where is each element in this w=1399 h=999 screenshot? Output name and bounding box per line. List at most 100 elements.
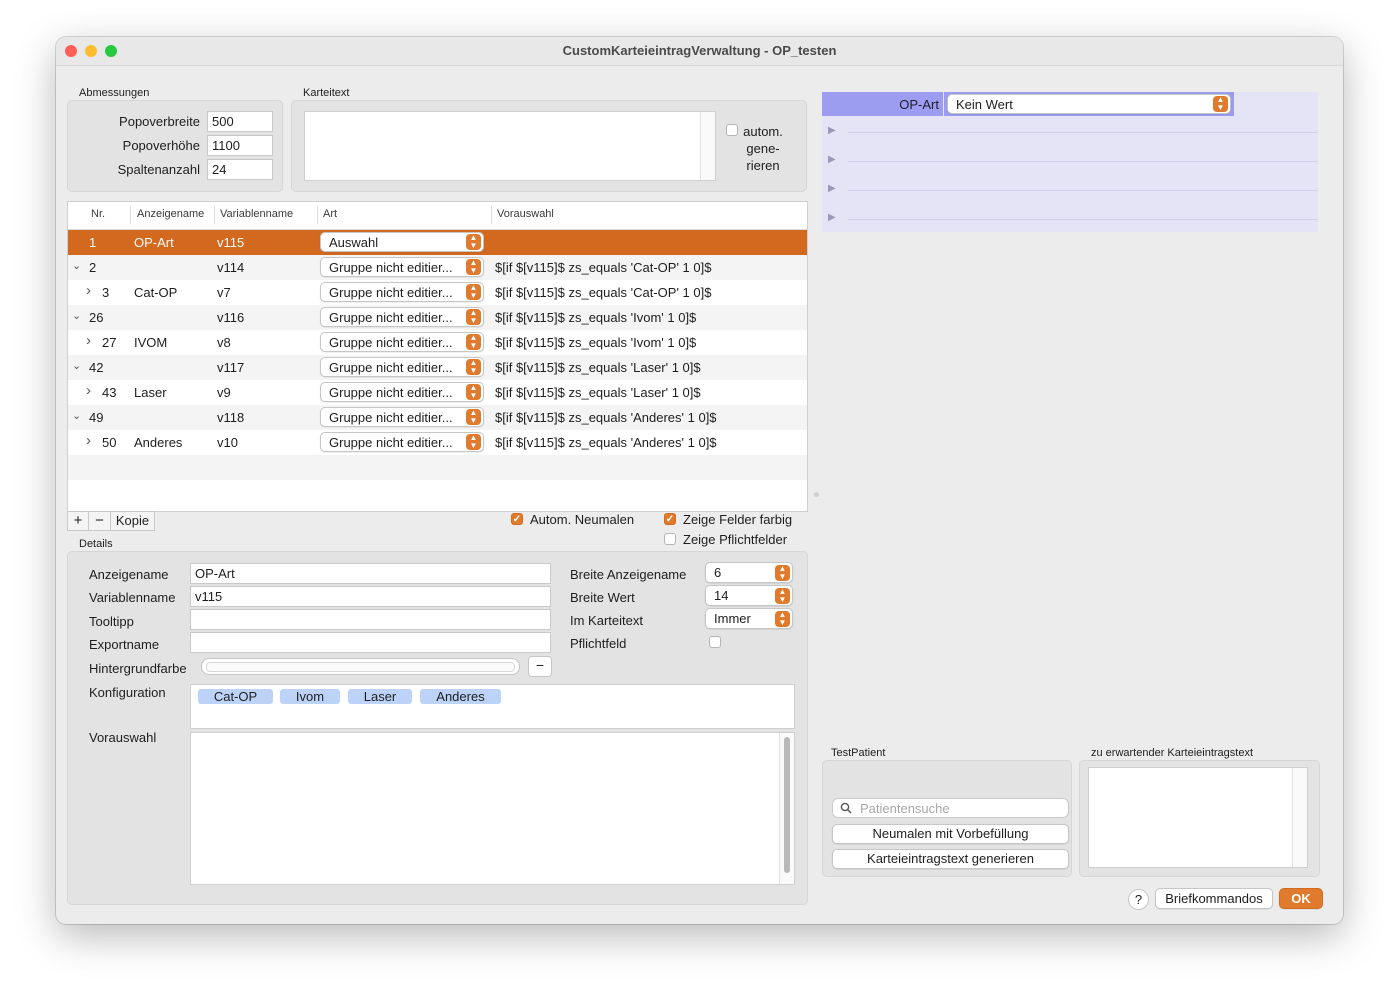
autom-generieren-checkbox[interactable]: [726, 124, 738, 136]
cell-vorauswahl: $[if $[v115]$ zs_equals 'Laser' 1 0]$: [495, 360, 701, 375]
config-token-ivom[interactable]: Ivom: [280, 689, 340, 704]
preview-group-row[interactable]: ▶: [822, 177, 1318, 206]
art-popup-value: Gruppe nicht editier...: [329, 435, 453, 450]
art-popup[interactable]: Gruppe nicht editier... ▲ ▼: [320, 407, 484, 427]
autom-neumalen-checkbox[interactable]: ✓: [511, 513, 523, 525]
im-karteitext-popup[interactable]: Immer ▲ ▼: [705, 608, 793, 629]
cell-vorauswahl: $[if $[v115]$ zs_equals 'Anderes' 1 0]$: [495, 410, 717, 425]
chevron-down-icon[interactable]: ⌄: [72, 309, 81, 322]
split-handle[interactable]: [814, 492, 819, 497]
kopie-button[interactable]: Kopie: [111, 513, 154, 528]
autom-generieren-line1: autom.: [743, 124, 783, 139]
art-popup[interactable]: Gruppe nicht editier... ▲ ▼: [320, 282, 484, 302]
disclosure-triangle-icon[interactable]: ▶: [828, 212, 836, 223]
neumalen-vorbefuellung-button[interactable]: Neumalen mit Vorbefüllung: [832, 824, 1069, 844]
popup-stepper-icon: ▲ ▼: [466, 309, 481, 325]
chevron-right-icon[interactable]: ›: [86, 382, 91, 399]
popoverbreite-field[interactable]: 500: [207, 111, 273, 132]
preview-group-row[interactable]: ▶: [822, 206, 1318, 235]
anzeigename-field[interactable]: OP-Art: [190, 563, 551, 584]
variablenname-field[interactable]: v115: [190, 586, 551, 607]
art-popup[interactable]: Gruppe nicht editier... ▲ ▼: [320, 357, 484, 377]
cell-anzeigename: Anderes: [134, 435, 183, 450]
fields-table[interactable]: Nr. Anzeigename Variablenname Art Voraus…: [67, 201, 808, 512]
config-token-cat-op[interactable]: Cat-OP: [198, 689, 273, 704]
config-token-laser[interactable]: Laser: [348, 689, 412, 704]
table-row[interactable]: › 27 IVOM v8 Gruppe nicht editier... ▲ ▼ $[if $…: [68, 330, 807, 355]
group-separator: [848, 161, 1318, 162]
popoverhoehe-field[interactable]: 1100: [207, 135, 273, 156]
col-header-variablenname[interactable]: Variablenname: [220, 208, 293, 220]
art-popup[interactable]: Gruppe nicht editier... ▲ ▼: [320, 382, 484, 402]
breite-wert-combo[interactable]: 14 ▲ ▼: [705, 585, 793, 606]
chevron-right-icon[interactable]: ›: [86, 432, 91, 449]
preview-op-art-popup[interactable]: Kein Wert ▲ ▼: [947, 94, 1231, 114]
config-token-anderes[interactable]: Anderes: [420, 689, 501, 704]
erwartet-textarea[interactable]: [1088, 767, 1308, 868]
disclosure-triangle-icon[interactable]: ▶: [828, 183, 836, 194]
cell-anzeigename: Cat-OP: [134, 285, 178, 300]
table-row[interactable]: ⌄ 2 v114 Gruppe nicht editier... ▲ ▼ $[if $[v1…: [68, 255, 807, 280]
ok-button[interactable]: OK: [1279, 888, 1323, 909]
karteieintragstext-generieren-button[interactable]: Karteieintragstext generieren: [832, 849, 1069, 869]
col-header-nr[interactable]: Nr.: [91, 208, 105, 220]
table-row[interactable]: 1 OP-Art v115 Auswahl ▲ ▼: [68, 230, 807, 255]
spaltenanzahl-label: Spaltenanzahl: [117, 162, 200, 177]
combo-stepper-icon: ▲ ▼: [775, 588, 790, 604]
zeige-pflichtfelder-checkbox[interactable]: [664, 533, 676, 545]
popup-stepper-icon: ▲ ▼: [466, 359, 481, 375]
art-popup[interactable]: Gruppe nicht editier... ▲ ▼: [320, 257, 484, 277]
help-button[interactable]: ?: [1128, 889, 1149, 910]
hintergrundfarbe-remove-button[interactable]: −: [528, 656, 552, 677]
vorauswahl-scrollbar[interactable]: [779, 733, 794, 884]
art-popup[interactable]: Auswahl ▲ ▼: [320, 232, 484, 252]
preview-group-row[interactable]: ▶: [822, 119, 1318, 148]
chevron-right-icon[interactable]: ›: [86, 282, 91, 299]
breite-anzeigename-combo[interactable]: 6 ▲ ▼: [705, 562, 793, 583]
popup-stepper-icon: ▲ ▼: [466, 234, 481, 250]
konfiguration-token-field[interactable]: Cat-OP Ivom Laser Anderes: [190, 684, 795, 729]
erwartet-scrollbar[interactable]: [1292, 768, 1307, 867]
table-row[interactable]: ⌄ 26 v116 Gruppe nicht editier... ▲ ▼ $[if $[v…: [68, 305, 807, 330]
col-header-anzeigename[interactable]: Anzeigename: [137, 208, 204, 220]
disclosure-triangle-icon[interactable]: ▶: [828, 154, 836, 165]
pflichtfeld-checkbox[interactable]: [709, 636, 721, 648]
autom-neumalen-label: Autom. Neumalen: [530, 512, 635, 527]
col-header-art[interactable]: Art: [323, 208, 337, 220]
preview-field-label-cell: OP-Art: [822, 92, 943, 116]
zeige-pflichtfelder-label: Zeige Pflichtfelder: [683, 532, 788, 547]
vorauswahl-scroll-thumb[interactable]: [784, 737, 790, 873]
chevron-down-icon[interactable]: ⌄: [72, 409, 81, 422]
cell-variablenname: v118: [217, 410, 245, 425]
remove-row-button[interactable]: −: [89, 512, 111, 530]
art-popup[interactable]: Gruppe nicht editier... ▲ ▼: [320, 432, 484, 452]
chevron-down-icon[interactable]: ⌄: [72, 359, 81, 372]
art-popup[interactable]: Gruppe nicht editier... ▲ ▼: [320, 332, 484, 352]
hintergrundfarbe-well[interactable]: [201, 658, 520, 675]
chevron-right-icon[interactable]: ›: [86, 332, 91, 349]
art-popup[interactable]: Gruppe nicht editier... ▲ ▼: [320, 307, 484, 327]
exportname-field[interactable]: [190, 632, 551, 653]
vorauswahl-textarea[interactable]: [190, 732, 795, 885]
add-row-button[interactable]: +: [68, 512, 89, 530]
hintergrundfarbe-label: Hintergrundfarbe: [89, 661, 187, 676]
zeige-felder-farbig-checkbox[interactable]: ✓: [664, 513, 676, 525]
tooltipp-field[interactable]: [190, 609, 551, 630]
table-row[interactable]: › 43 Laser v9 Gruppe nicht editier... ▲ ▼ $[if …: [68, 380, 807, 405]
im-karteitext-value: Immer: [714, 611, 751, 626]
cell-variablenname: v114: [217, 260, 245, 275]
details-label: Details: [79, 538, 113, 550]
briefkommandos-button[interactable]: Briefkommandos: [1155, 888, 1273, 909]
table-row[interactable]: ⌄ 49 v118 Gruppe nicht editier... ▲ ▼ $[if $[v…: [68, 405, 807, 430]
karteitext-textarea[interactable]: [304, 111, 716, 181]
table-row[interactable]: › 50 Anderes v10 Gruppe nicht editier... ▲ ▼ $[…: [68, 430, 807, 455]
col-header-vorauswahl[interactable]: Vorauswahl: [497, 208, 554, 220]
preview-group-row[interactable]: ▶: [822, 148, 1318, 177]
spaltenanzahl-field[interactable]: 24: [207, 159, 273, 180]
karteitext-scrollbar[interactable]: [700, 112, 715, 180]
table-row[interactable]: › 3 Cat-OP v7 Gruppe nicht editier... ▲ ▼ $[if …: [68, 280, 807, 305]
table-row[interactable]: ⌄ 42 v117 Gruppe nicht editier... ▲ ▼ $[if $[v…: [68, 355, 807, 380]
chevron-down-icon[interactable]: ⌄: [72, 259, 81, 272]
patientensuche-field[interactable]: Patientensuche: [832, 798, 1069, 818]
disclosure-triangle-icon[interactable]: ▶: [828, 125, 836, 136]
